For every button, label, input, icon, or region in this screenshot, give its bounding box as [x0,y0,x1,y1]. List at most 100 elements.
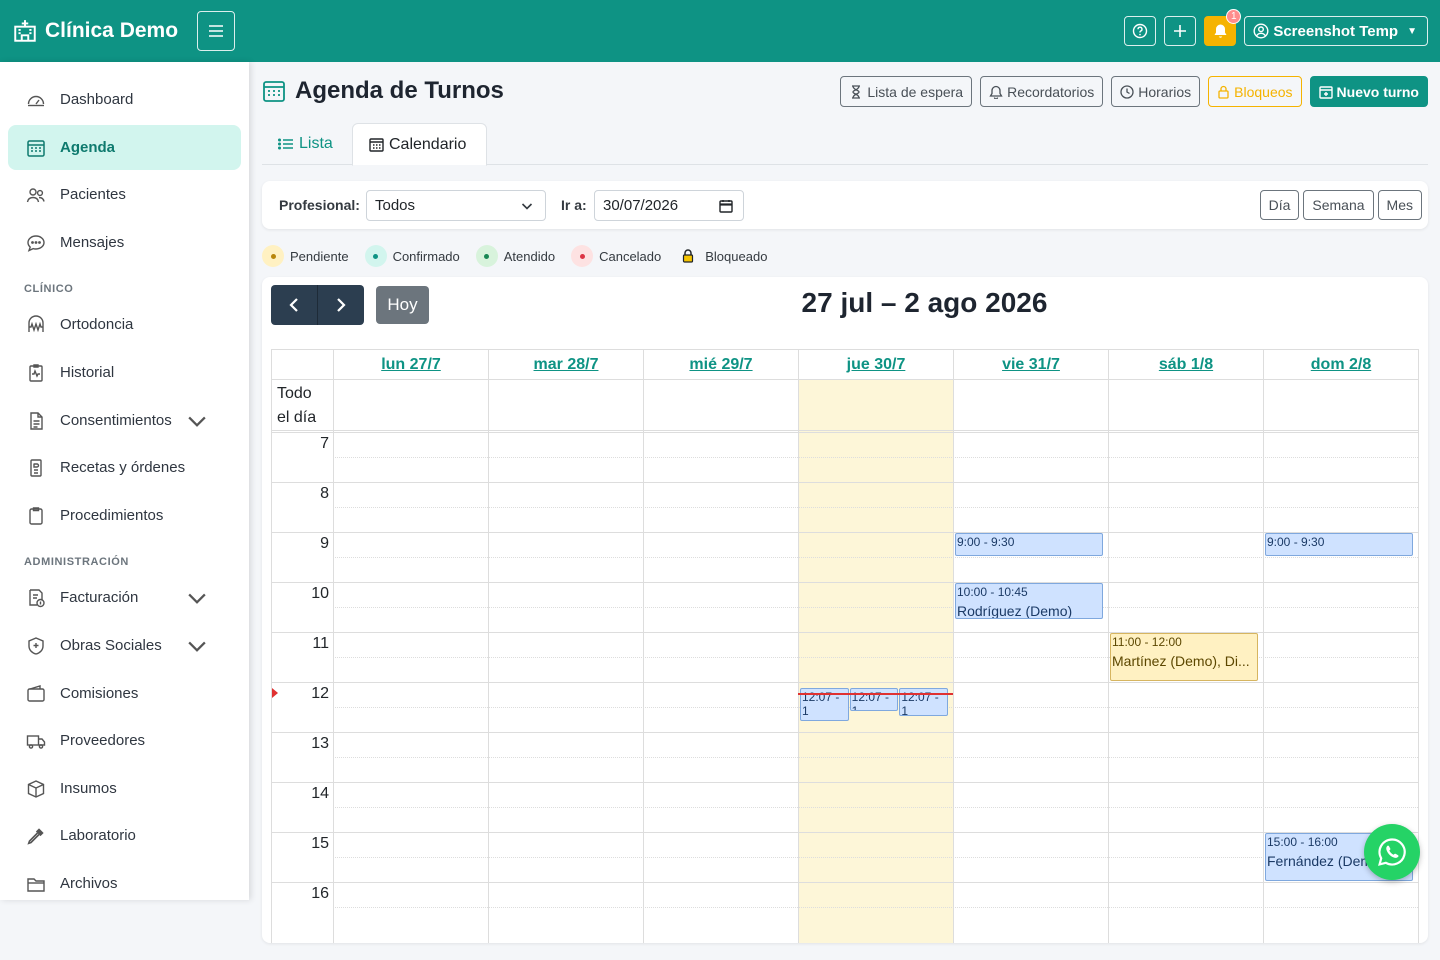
user-menu-button[interactable]: Screenshot Temp ▼ [1244,16,1428,46]
sidebar-item-proveedores[interactable]: Proveedores [8,718,241,763]
event-time: 10:00 - 10:45 [957,585,1028,599]
quick-add-button[interactable] [1164,16,1197,46]
sidebar-item-mensajes[interactable]: Mensajes [8,220,241,265]
page-title-text: Agenda de Turnos [295,77,504,104]
user-name: Screenshot Temp [1273,22,1399,40]
calendar-icon [27,139,45,157]
reminders-button[interactable]: Recordatorios [980,76,1104,107]
legend-swatch [364,245,387,267]
chevron-down-icon [188,416,206,427]
clipboard-pulse-icon [29,363,43,382]
question-icon [1133,23,1148,39]
view-month-button[interactable]: Mes [1377,190,1422,220]
calendar-picker-icon [719,200,733,213]
day-column-divider [333,350,334,943]
sidebar-item-pacientes[interactable]: Pacientes [8,172,241,217]
sidebar: Dashboard Agenda Pacientes Mensajes CLÍN… [0,62,249,900]
view-tabs: Lista Calendario [262,123,1428,166]
appointment-event[interactable]: 10:00 - 10:45 Rodríguez (Demo) [955,583,1103,619]
new-appointment-button[interactable]: Nuevo turno [1309,76,1428,107]
current-time-arrow [272,688,278,698]
sidebar-section-clinico: CLÍNICO [24,283,74,295]
appointment-event[interactable]: 12:07 - 1López [849,688,899,711]
day-header[interactable]: mié 29/7 [643,350,798,379]
sidebar-item-ortodoncia[interactable]: Ortodoncia [8,302,241,347]
legend-item: Pendiente [262,245,349,267]
sidebar-item-label: Obras Sociales [60,637,162,654]
sidebar-item-label: Laboratorio [60,827,136,844]
sidebar-toggle-button[interactable] [197,11,235,51]
chat-icon [27,234,45,252]
sidebar-item-facturacion[interactable]: Facturación [8,575,241,620]
hour-line [272,482,1418,483]
folder-icon [27,877,45,892]
help-button[interactable] [1124,16,1157,46]
appointment-event[interactable]: 11:00 - 12:00 Martínez (Demo), Di... [1110,633,1258,681]
calendar-icon [369,138,384,152]
sidebar-item-label: Proveedores [60,732,146,749]
day-column-divider [798,350,799,943]
sidebar-item-agenda[interactable]: Agenda [8,125,241,170]
sidebar-item-procedimientos[interactable]: Procedimientos [8,493,241,538]
tab-lista[interactable]: Lista [262,123,349,165]
professional-select[interactable]: Todos [366,190,546,221]
whatsapp-button[interactable] [1364,824,1420,880]
hour-label: 8 [320,485,329,502]
view-day-button[interactable]: Día [1259,190,1300,220]
day-header[interactable]: jue 30/7 [798,350,953,379]
half-hour-line [333,807,1418,808]
hour-label: 10 [311,585,329,602]
blocks-button[interactable]: Bloqueos [1208,76,1302,107]
tab-calendario[interactable]: Calendario [352,123,487,166]
goto-date-input[interactable]: 30/07/2026 [594,190,744,221]
day-column-divider [488,350,489,943]
lock-icon [677,245,699,267]
sidebar-item-dashboard[interactable]: Dashboard [8,77,241,122]
day-header[interactable]: mar 28/7 [488,350,643,379]
legend-item: Atendido [475,245,555,267]
day-header[interactable]: lun 27/7 [333,350,488,379]
brand[interactable]: Clínica Demo [12,18,178,44]
hourglass-icon [852,84,861,99]
appointment-event[interactable]: 9:00 - 9:30 López (Demo), A... [955,533,1103,556]
hour-line [272,782,1418,783]
notifications-button[interactable]: 1 [1204,9,1242,46]
today-column-highlight [798,379,953,943]
half-hour-line [333,507,1418,508]
appointment-event[interactable]: 9:00 - 9:30 Gómez (Demo), Sofía [1265,533,1413,556]
sidebar-item-laboratorio[interactable]: Laboratorio [8,813,241,858]
notification-count-badge: 1 [1226,9,1242,24]
view-week-button[interactable]: Semana [1303,190,1374,220]
sidebar-item-obras-sociales[interactable]: Obras Sociales [8,623,241,668]
hour-label: 12 [311,685,329,702]
current-time-line [798,693,953,695]
box-icon [27,779,45,798]
event-patient: López (Demo), A... [957,554,1101,555]
hour-line [272,832,1418,833]
sidebar-section-administracion: ADMINISTRACIÓN [24,556,129,568]
sidebar-item-label: Dashboard [60,91,134,108]
sidebar-item-label: Ortodoncia [60,316,134,333]
schedules-button[interactable]: Horarios [1111,76,1201,107]
document-icon [30,411,43,430]
sidebar-item-insumos[interactable]: Insumos [8,766,241,811]
sidebar-item-historial[interactable]: Historial [8,350,241,395]
sidebar-item-comisiones[interactable]: Comisiones [8,671,241,716]
all-day-label: Todo el día [277,385,317,426]
sidebar-item-archivos[interactable]: Archivos [8,861,241,900]
bell-icon [1214,24,1227,38]
hour-line [272,682,1418,683]
day-header[interactable]: sáb 1/8 [1108,350,1263,379]
waitlist-button[interactable]: Lista de espera [840,76,973,107]
half-hour-line [333,607,1418,608]
sidebar-item-consentimientos[interactable]: Consentimientos [8,398,241,443]
header-divider [272,379,1418,380]
day-header[interactable]: dom 2/8 [1263,350,1418,379]
truck-icon [26,734,46,749]
event-patient: Gómez (Demo), Sofía [1267,554,1411,555]
hour-line [272,532,1418,533]
day-header[interactable]: vie 31/7 [953,350,1108,379]
prescription-icon [30,458,42,477]
sidebar-item-recetas[interactable]: Recetas y órdenes [8,445,241,490]
sidebar-item-label: Pacientes [60,186,126,203]
